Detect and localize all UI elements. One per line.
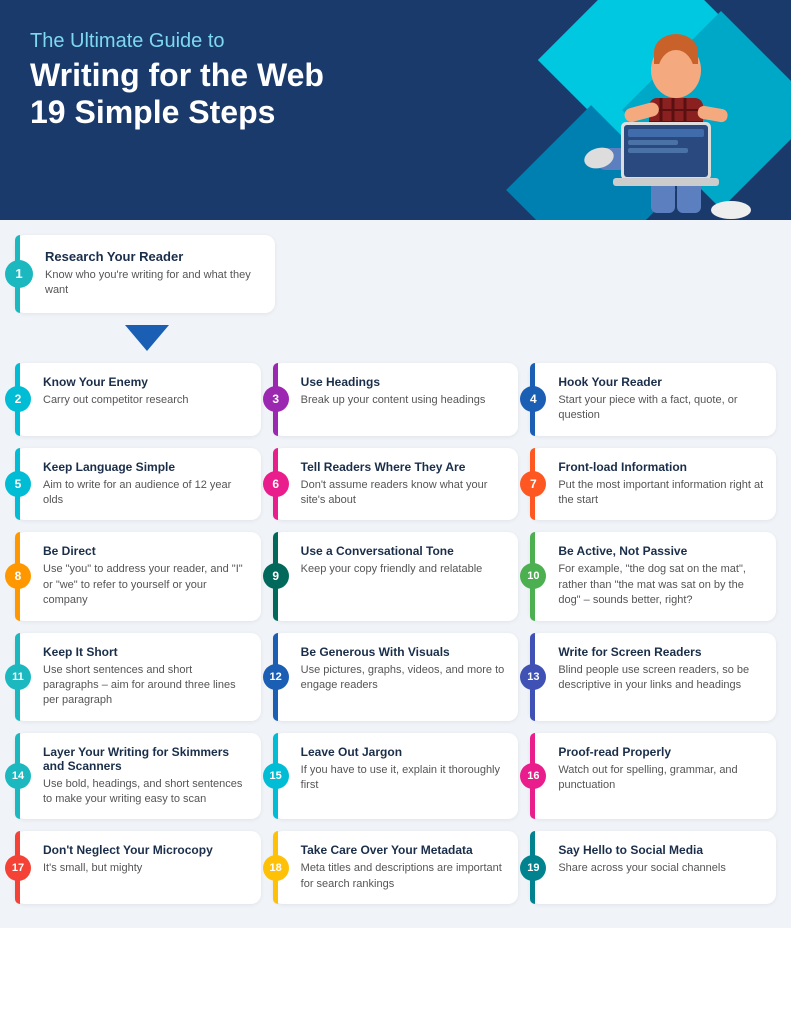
step-number-1: 1 bbox=[5, 260, 33, 288]
step-desc-11: Use short sentences and short paragraphs… bbox=[43, 663, 249, 709]
step-title-11: Keep It Short bbox=[43, 645, 249, 659]
step-title-15: Leave Out Jargon bbox=[301, 745, 507, 759]
step-desc-6: Don't assume readers know what your site… bbox=[301, 478, 507, 509]
row-171819: 17 Don't Neglect Your Microcopy It's sma… bbox=[15, 831, 776, 904]
step-number-9: 9 bbox=[263, 563, 289, 589]
card-18: 18 Take Care Over Your Metadata Meta tit… bbox=[273, 831, 519, 904]
card-6: 6 Tell Readers Where They Are Don't assu… bbox=[273, 448, 519, 521]
step-number-17: 17 bbox=[5, 855, 31, 881]
step-desc-13: Blind people use screen readers, so be d… bbox=[558, 663, 764, 694]
step-desc-16: Watch out for spelling, grammar, and pun… bbox=[558, 763, 764, 794]
step-desc-17: It's small, but mighty bbox=[43, 861, 249, 876]
step-number-12: 12 bbox=[263, 664, 289, 690]
step-desc-4: Start your piece with a fact, quote, or … bbox=[558, 393, 764, 424]
step-title-10: Be Active, Not Passive bbox=[558, 544, 764, 558]
step-desc-18: Meta titles and descriptions are importa… bbox=[301, 861, 507, 892]
step-title-16: Proof-read Properly bbox=[558, 745, 764, 759]
card-19: 19 Say Hello to Social Media Share acros… bbox=[530, 831, 776, 904]
arrow-down bbox=[125, 325, 169, 351]
step-desc-5: Aim to write for an audience of 12 year … bbox=[43, 478, 249, 509]
row-567: 5 Keep Language Simple Aim to write for … bbox=[15, 448, 776, 521]
card-10: 10 Be Active, Not Passive For example, "… bbox=[530, 532, 776, 620]
card-17: 17 Don't Neglect Your Microcopy It's sma… bbox=[15, 831, 261, 904]
step-title-2: Know Your Enemy bbox=[43, 375, 249, 389]
card-15: 15 Leave Out Jargon If you have to use i… bbox=[273, 733, 519, 820]
step-number-10: 10 bbox=[520, 563, 546, 589]
step-number-8: 8 bbox=[5, 563, 31, 589]
step-title-17: Don't Neglect Your Microcopy bbox=[43, 843, 249, 857]
card-14: 14 Layer Your Writing for Skimmers and S… bbox=[15, 733, 261, 820]
step-desc-9: Keep your copy friendly and relatable bbox=[301, 562, 507, 577]
row-1: 1 Research Your Reader Know who you're w… bbox=[15, 235, 776, 313]
step-number-3: 3 bbox=[263, 386, 289, 412]
step-desc-15: If you have to use it, explain it thorou… bbox=[301, 763, 507, 794]
step-number-14: 14 bbox=[5, 763, 31, 789]
step-number-5: 5 bbox=[5, 471, 31, 497]
step-desc-7: Put the most important information right… bbox=[558, 478, 764, 509]
card-4: 4 Hook Your Reader Start your piece with… bbox=[530, 363, 776, 436]
step-number-6: 6 bbox=[263, 471, 289, 497]
step-desc-2: Carry out competitor research bbox=[43, 393, 249, 408]
card-3: 3 Use Headings Break up your content usi… bbox=[273, 363, 519, 436]
row-8910: 8 Be Direct Use "you" to address your re… bbox=[15, 532, 776, 620]
row-141516: 14 Layer Your Writing for Skimmers and S… bbox=[15, 733, 776, 820]
card-13: 13 Write for Screen Readers Blind people… bbox=[530, 633, 776, 721]
step-title-12: Be Generous With Visuals bbox=[301, 645, 507, 659]
header: The Ultimate Guide to Writing for the We… bbox=[0, 0, 791, 220]
card-16: 16 Proof-read Properly Watch out for spe… bbox=[530, 733, 776, 820]
step-number-19: 19 bbox=[520, 855, 546, 881]
step-desc-3: Break up your content using headings bbox=[301, 393, 507, 408]
step-desc-19: Share across your social channels bbox=[558, 861, 764, 876]
step-number-2: 2 bbox=[5, 386, 31, 412]
step-title-14: Layer Your Writing for Skimmers and Scan… bbox=[43, 745, 249, 773]
step-title-19: Say Hello to Social Media bbox=[558, 843, 764, 857]
step-title-1: Research Your Reader bbox=[45, 249, 261, 264]
step-title-9: Use a Conversational Tone bbox=[301, 544, 507, 558]
step-title-5: Keep Language Simple bbox=[43, 460, 249, 474]
card-11: 11 Keep It Short Use short sentences and… bbox=[15, 633, 261, 721]
content-area: 1 Research Your Reader Know who you're w… bbox=[0, 220, 791, 928]
step-title-3: Use Headings bbox=[301, 375, 507, 389]
step-title-6: Tell Readers Where They Are bbox=[301, 460, 507, 474]
step-title-7: Front-load Information bbox=[558, 460, 764, 474]
step-number-4: 4 bbox=[520, 386, 546, 412]
card-8: 8 Be Direct Use "you" to address your re… bbox=[15, 532, 261, 620]
step-desc-12: Use pictures, graphs, videos, and more t… bbox=[301, 663, 507, 694]
step-title-13: Write for Screen Readers bbox=[558, 645, 764, 659]
card-5: 5 Keep Language Simple Aim to write for … bbox=[15, 448, 261, 521]
step-number-7: 7 bbox=[520, 471, 546, 497]
step-number-15: 15 bbox=[263, 763, 289, 789]
card-7: 7 Front-load Information Put the most im… bbox=[530, 448, 776, 521]
row-111213: 11 Keep It Short Use short sentences and… bbox=[15, 633, 776, 721]
step-desc-14: Use bold, headings, and short sentences … bbox=[43, 777, 249, 808]
step-title-4: Hook Your Reader bbox=[558, 375, 764, 389]
person-figure bbox=[531, 10, 771, 220]
card-2: 2 Know Your Enemy Carry out competitor r… bbox=[15, 363, 261, 436]
card-1: 1 Research Your Reader Know who you're w… bbox=[15, 235, 275, 313]
step-number-18: 18 bbox=[263, 855, 289, 881]
step-number-11: 11 bbox=[5, 664, 31, 690]
card-9: 9 Use a Conversational Tone Keep your co… bbox=[273, 532, 519, 620]
step-number-13: 13 bbox=[520, 664, 546, 690]
step-desc-8: Use "you" to address your reader, and "I… bbox=[43, 562, 249, 608]
row-234: 2 Know Your Enemy Carry out competitor r… bbox=[15, 363, 776, 436]
card-12: 12 Be Generous With Visuals Use pictures… bbox=[273, 633, 519, 721]
step-desc-1: Know who you're writing for and what the… bbox=[45, 268, 261, 299]
step-title-8: Be Direct bbox=[43, 544, 249, 558]
step-number-16: 16 bbox=[520, 763, 546, 789]
step-title-18: Take Care Over Your Metadata bbox=[301, 843, 507, 857]
step-desc-10: For example, "the dog sat on the mat", r… bbox=[558, 562, 764, 608]
